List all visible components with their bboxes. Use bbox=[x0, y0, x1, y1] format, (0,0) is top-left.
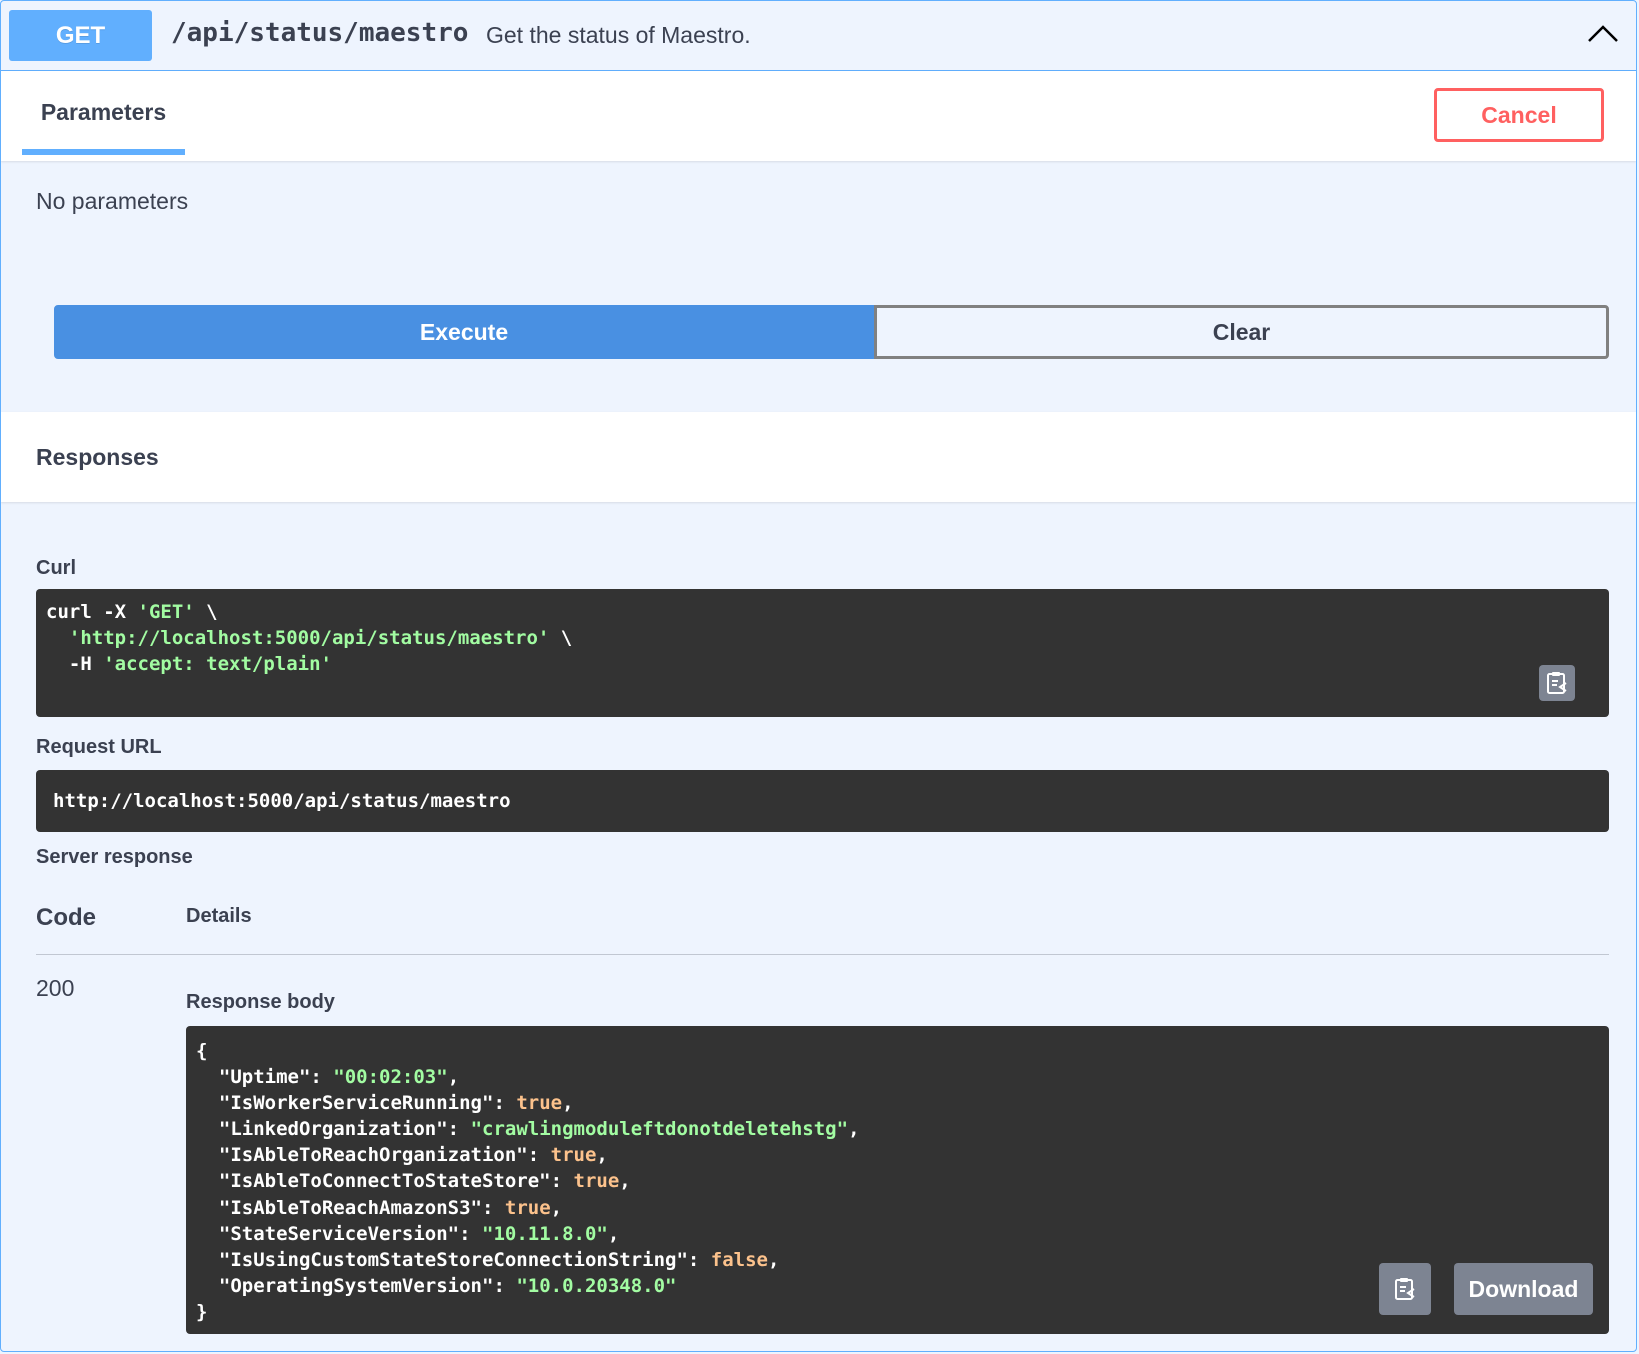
curl-label: Curl bbox=[36, 557, 76, 579]
json-separator: , bbox=[767, 1248, 780, 1271]
json-value: "10.11.8.0" bbox=[482, 1222, 608, 1245]
json-value: false bbox=[710, 1248, 768, 1271]
json-key: "StateServiceVersion" bbox=[218, 1222, 460, 1245]
json-separator: , bbox=[596, 1144, 608, 1167]
json-line: "Uptime": "00:02:03", bbox=[218, 1066, 460, 1089]
json-line: "IsAbleToConnectToStateStore": true, bbox=[218, 1170, 631, 1193]
no-parameters-text: No parameters bbox=[36, 188, 189, 214]
json-key: "IsUsingCustomStateStoreConnectionString… bbox=[218, 1248, 688, 1271]
curl-text: curl -X bbox=[46, 601, 138, 623]
json-value: true bbox=[550, 1144, 597, 1167]
endpoint-path: /api/status/maestro bbox=[171, 18, 469, 48]
json-key: "IsAbleToConnectToStateStore" bbox=[218, 1170, 551, 1193]
json-key: "IsWorkerServiceRunning" bbox=[218, 1092, 494, 1115]
responses-title: Responses bbox=[36, 444, 159, 470]
curl-code-block[interactable]: curl -X 'GET' \ 'http://localhost:5000/a… bbox=[36, 589, 1609, 717]
curl-text: \ bbox=[549, 627, 573, 649]
copy-response-button[interactable] bbox=[1379, 1263, 1431, 1315]
clipboard-copy-icon bbox=[1395, 1278, 1415, 1300]
json-brace-open: { bbox=[196, 1040, 208, 1062]
json-line: "LinkedOrganization": "crawlingmoduleftd… bbox=[218, 1118, 860, 1141]
json-key: "IsAbleToReachAmazonS3" bbox=[218, 1196, 482, 1219]
curl-header: 'accept: text/plain' bbox=[103, 653, 332, 675]
clipboard-copy-icon bbox=[1547, 672, 1567, 694]
method-badge: GET bbox=[9, 10, 152, 61]
endpoint-description: Get the status of Maestro. bbox=[486, 22, 751, 48]
json-separator: , bbox=[447, 1066, 460, 1089]
curl-method: 'GET' bbox=[137, 601, 195, 623]
server-response-label: Server response bbox=[36, 846, 193, 868]
curl-text bbox=[46, 627, 69, 649]
operation-summary[interactable]: GET /api/status/maestro Get the status o… bbox=[1, 1, 1636, 71]
json-line: "StateServiceVersion": "10.11.8.0", bbox=[218, 1222, 620, 1245]
json-line: "IsWorkerServiceRunning": true, bbox=[218, 1092, 574, 1115]
json-value: true bbox=[504, 1196, 551, 1219]
json-value: "10.0.20348.0" bbox=[516, 1274, 677, 1297]
json-separator: , bbox=[550, 1196, 563, 1219]
response-status-code: 200 bbox=[36, 975, 75, 1001]
json-key: "IsAbleToReachOrganization" bbox=[218, 1144, 528, 1167]
curl-text: \ bbox=[194, 601, 218, 623]
clear-button[interactable]: Clear bbox=[874, 305, 1609, 359]
json-value: true bbox=[516, 1092, 563, 1115]
table-header-code: Code bbox=[36, 904, 96, 931]
parameters-header: Parameters Cancel bbox=[1, 71, 1636, 161]
json-separator: , bbox=[562, 1092, 574, 1115]
json-line: "IsAbleToReachAmazonS3": true, bbox=[218, 1196, 563, 1219]
json-separator: , bbox=[607, 1222, 620, 1245]
operation-block: GET /api/status/maestro Get the status o… bbox=[0, 0, 1637, 1352]
request-url-block[interactable]: http://localhost:5000/api/status/maestro bbox=[36, 770, 1609, 832]
response-body-label: Response body bbox=[186, 991, 335, 1013]
json-key: "OperatingSystemVersion" bbox=[218, 1274, 494, 1297]
execute-wrapper: Execute Clear bbox=[54, 305, 1609, 359]
download-button[interactable]: Download bbox=[1454, 1263, 1593, 1315]
json-value: "00:02:03" bbox=[333, 1066, 448, 1089]
json-key: "LinkedOrganization" bbox=[218, 1118, 448, 1141]
cancel-button[interactable]: Cancel bbox=[1434, 88, 1604, 142]
json-value: true bbox=[573, 1170, 620, 1193]
chevron-up-icon[interactable] bbox=[1586, 19, 1620, 49]
tab-parameters-label: Parameters bbox=[40, 99, 167, 125]
tab-parameters[interactable]: Parameters bbox=[22, 99, 185, 161]
curl-text: -H bbox=[46, 653, 104, 675]
table-divider bbox=[36, 954, 1609, 955]
responses-header: Responses bbox=[1, 412, 1636, 502]
request-url-label: Request URL bbox=[36, 736, 162, 758]
execute-button[interactable]: Execute bbox=[54, 305, 874, 359]
copy-curl-button[interactable] bbox=[1539, 665, 1575, 701]
curl-url: 'http://localhost:5000/api/status/maestr… bbox=[68, 627, 550, 649]
json-separator: , bbox=[848, 1118, 860, 1141]
table-header-details: Details bbox=[186, 905, 252, 927]
json-key: "Uptime" bbox=[218, 1066, 311, 1089]
json-separator: , bbox=[619, 1170, 631, 1193]
json-line: "IsAbleToReachOrganization": true, bbox=[218, 1144, 608, 1167]
json-value: "crawlingmoduleftdonotdeletehstg" bbox=[470, 1118, 849, 1141]
